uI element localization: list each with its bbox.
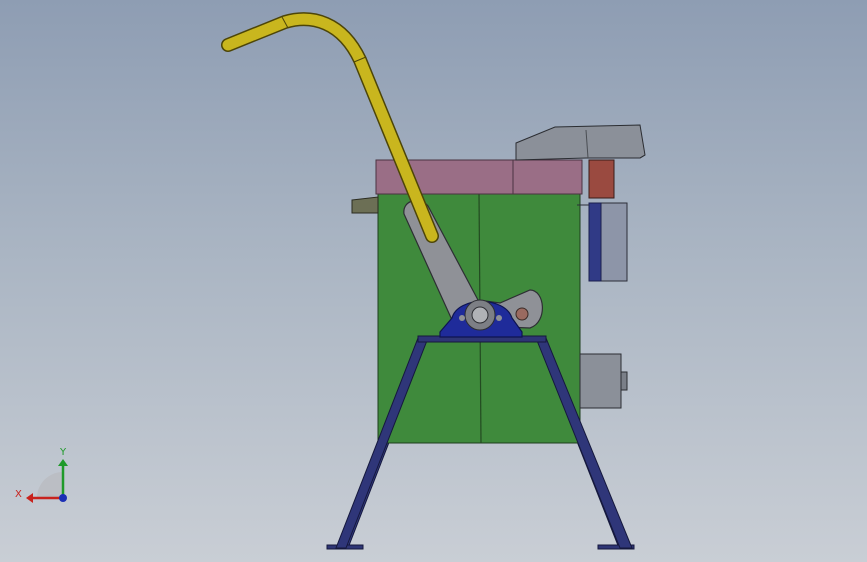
x-axis-label: X [15, 489, 22, 500]
graphics-viewport[interactable]: Y X [0, 0, 867, 562]
coordinate-triad: Y X [15, 447, 68, 503]
y-axis-label: Y [59, 447, 67, 458]
z-axis-dot [59, 494, 67, 502]
